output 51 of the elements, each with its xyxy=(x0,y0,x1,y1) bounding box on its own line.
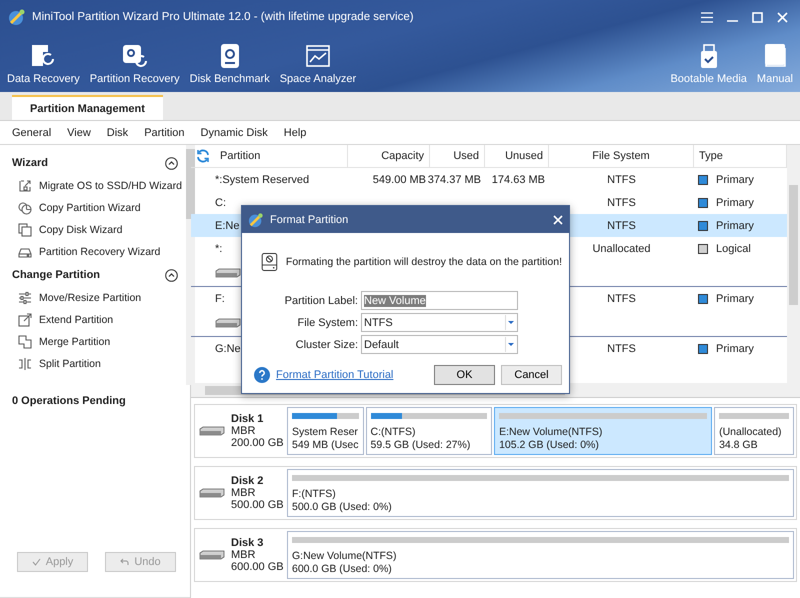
table-cell-text: 174.63 MB xyxy=(490,174,546,186)
table-cell-text: E:Ne xyxy=(215,220,240,232)
disk-scheme: MBR xyxy=(231,549,256,561)
table-cell: Primary xyxy=(716,220,754,232)
table-cell: Primary xyxy=(716,342,754,354)
window-title: MiniTool Partition Wizard Pro Ultimate 12.0 - (with lifetime upgrade service) xyxy=(32,11,415,23)
disk-size: 600.00 GB xyxy=(231,561,284,573)
partition-label: F:(NTFS) xyxy=(292,488,337,500)
table-cell-text: C: xyxy=(215,196,227,208)
table-cell-text: 549.00 MB xyxy=(372,174,427,186)
disk-scheme: MBR xyxy=(231,487,256,499)
disk-size: 500.00 GB xyxy=(231,499,284,511)
table-cell: Primary xyxy=(716,196,754,208)
partition-detail: 549 MB (Usec xyxy=(292,439,359,451)
table-cell-text: NTFS xyxy=(606,196,637,208)
disk-name: Disk 2 xyxy=(231,475,264,487)
partition-label: G:New Volume(NTFS) xyxy=(292,550,398,562)
partition-label: System Reser xyxy=(292,426,359,438)
table-cell-text: *: xyxy=(215,242,224,254)
table-cell-text: Unallocated xyxy=(591,242,652,254)
table-cell: Primary xyxy=(716,174,754,186)
partition-detail: 59.5 GB (Used: 27%) xyxy=(370,439,472,451)
partition-label: E:New Volume(NTFS) xyxy=(499,426,604,438)
dialog-title: Format Partition xyxy=(270,214,350,226)
field-label: Cluster Size: xyxy=(294,338,358,350)
partition-detail: 105.2 GB (Used: 0%) xyxy=(499,439,600,451)
partition-label: C:(NTFS) xyxy=(370,426,416,438)
warning-message: Formating the partition will destroy the data on the partition! xyxy=(286,256,562,268)
pending-count: 0 Operations Pending xyxy=(11,394,127,409)
table-cell-text: NTFS xyxy=(606,342,637,354)
disk-size: 200.00 GB xyxy=(231,437,284,449)
partition-detail: 600.0 GB (Used: 0%) xyxy=(292,563,393,575)
disk-name: Disk 1 xyxy=(231,413,264,425)
partition-detail: 500.0 GB (Used: 0%) xyxy=(292,501,393,513)
section-heading: Wizard xyxy=(12,157,48,169)
table-cell-text: NTFS xyxy=(606,174,637,186)
table-cell-text: NTFS xyxy=(606,220,637,232)
table-cell: Logical xyxy=(716,242,751,254)
disk-scheme: MBR xyxy=(231,425,256,437)
partition-label: (Unallocated) xyxy=(719,426,783,438)
table-cell-text: *:System Reserved xyxy=(215,174,310,186)
field-label: File System: xyxy=(296,316,358,328)
table-cell-text: NTFS xyxy=(606,292,637,304)
section-heading: Change Partition xyxy=(12,269,100,281)
table-cell-text: F: xyxy=(215,292,226,304)
table-cell-text: G:Ne xyxy=(215,342,242,354)
field-label: Partition Label: xyxy=(284,294,358,306)
table-cell-text: 374.37 MB xyxy=(426,174,482,186)
disk-name: Disk 3 xyxy=(231,537,264,549)
partition-detail: 34.8 GB xyxy=(719,439,759,451)
table-cell: Primary xyxy=(716,292,754,304)
